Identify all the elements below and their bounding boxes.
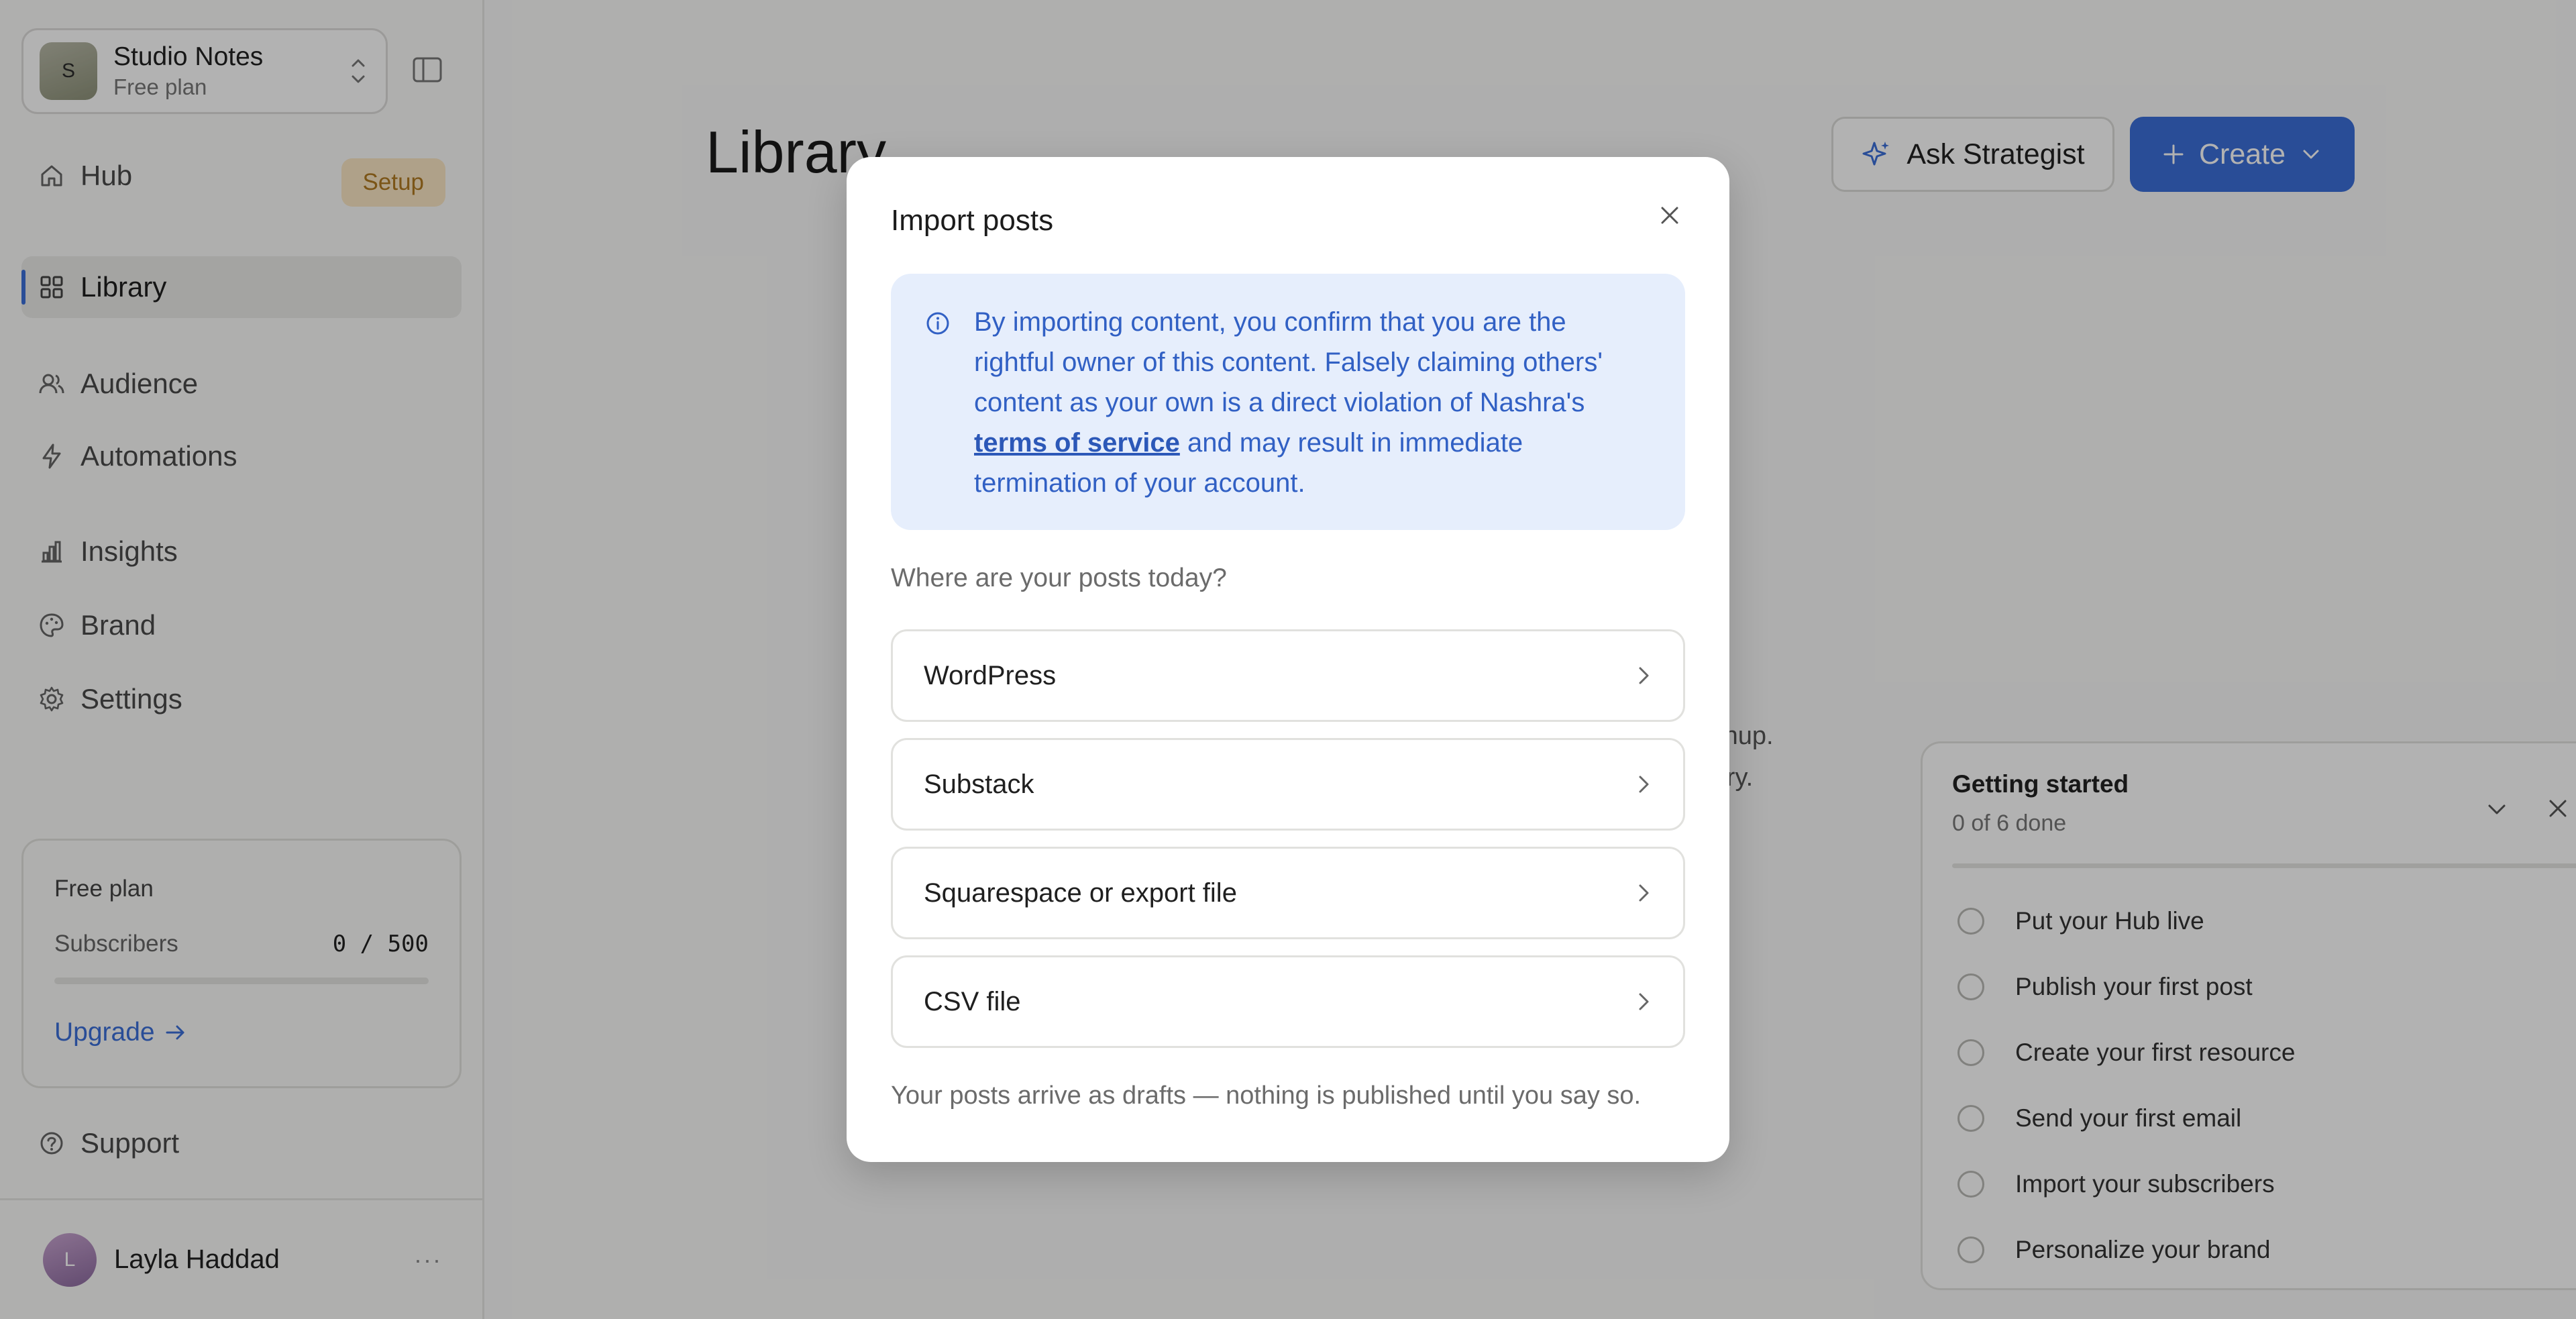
chevron-right-icon: [1639, 884, 1649, 902]
notice-text-before: By importing content, you confirm that y…: [974, 307, 1603, 417]
drafts-footnote: Your posts arrive as drafts — nothing is…: [891, 1081, 1642, 1110]
notice-text: By importing content, you confirm that y…: [974, 302, 1631, 503]
source-label: CSV file: [924, 986, 1021, 1016]
source-label: WordPress: [924, 660, 1057, 690]
chevron-right-icon: [1639, 667, 1649, 684]
info-icon: [926, 312, 949, 335]
source-question: Where are your posts today?: [891, 564, 1227, 592]
import-posts-dialog: Import posts By importing content, you c…: [847, 157, 1729, 1162]
source-label: Squarespace or export file: [924, 878, 1237, 908]
dialog-title: Import posts: [891, 204, 1054, 237]
source-option-squarespace[interactable]: Squarespace or export file: [891, 847, 1685, 939]
terms-of-service-link[interactable]: terms of service: [974, 428, 1180, 458]
source-option-wordpress[interactable]: WordPress: [891, 629, 1685, 722]
source-option-csv[interactable]: CSV file: [891, 955, 1685, 1048]
chevron-right-icon: [1639, 993, 1649, 1010]
source-label: Substack: [924, 769, 1034, 799]
close-icon[interactable]: [1653, 199, 1686, 232]
source-option-substack[interactable]: Substack: [891, 738, 1685, 831]
chevron-right-icon: [1639, 776, 1649, 793]
ownership-notice: By importing content, you confirm that y…: [891, 274, 1685, 530]
